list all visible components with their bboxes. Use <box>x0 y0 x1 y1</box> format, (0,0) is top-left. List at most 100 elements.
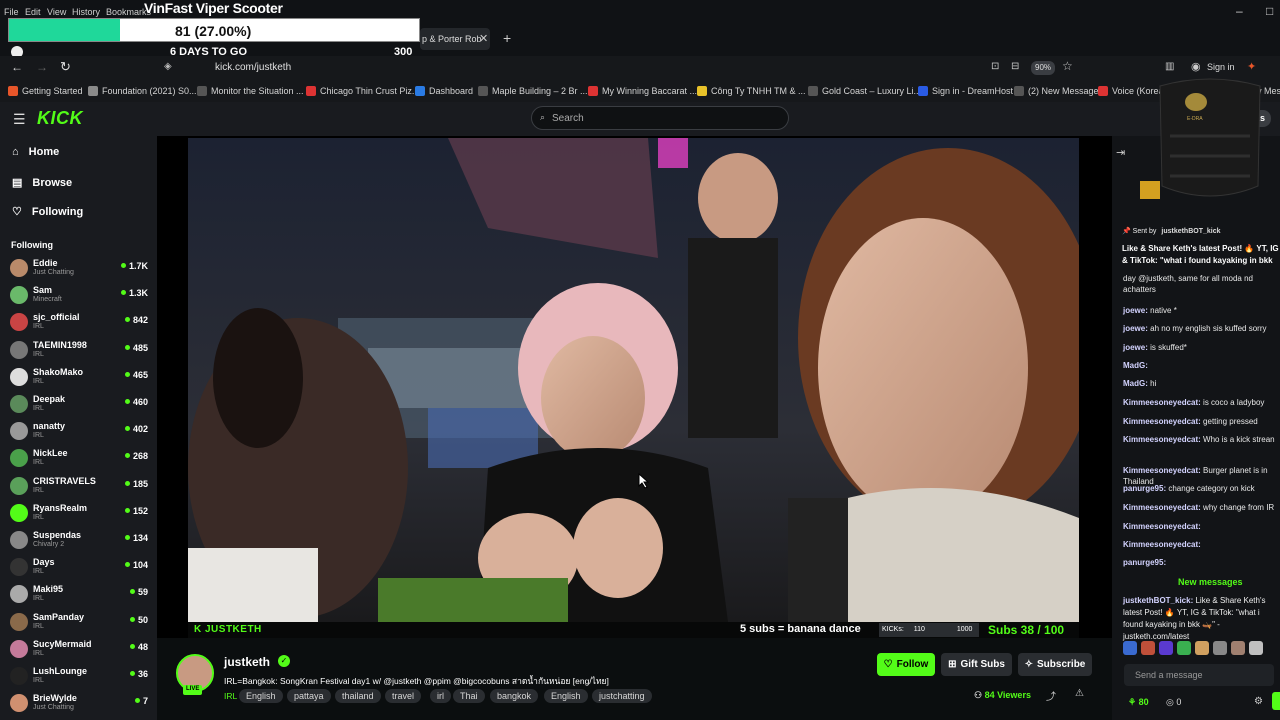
chat-username[interactable]: Kimmeesoneyedcat: <box>1123 503 1201 512</box>
following-item[interactable]: Suspendas Chivalry 2 134 <box>10 528 150 554</box>
following-item[interactable]: Maki95 IRL 59 <box>10 582 150 608</box>
star-icon[interactable]: ☆ <box>1062 59 1073 73</box>
following-item[interactable]: LushLounge IRL 36 <box>10 664 150 690</box>
stream-tag[interactable]: bangkok <box>490 689 539 703</box>
emote-icon[interactable] <box>1123 641 1137 655</box>
stream-tag[interactable]: travel <box>385 689 422 703</box>
chat-username[interactable]: Kimmeesoneyedcat: <box>1123 435 1201 444</box>
channel-points[interactable]: ⚘ 80 <box>1128 697 1149 708</box>
channel-name[interactable]: justketh <box>224 655 270 669</box>
menu-edit[interactable]: Edit <box>25 7 41 17</box>
collapse-chat-icon[interactable]: ⇥ <box>1116 146 1125 159</box>
following-item[interactable]: SucyMermaid IRL 48 <box>10 637 150 663</box>
tab-close-icon[interactable]: ✕ <box>479 32 488 45</box>
stream-tag[interactable]: thailand <box>335 689 381 703</box>
nav-home[interactable]: ⌂ Home <box>12 146 59 158</box>
gift-subs-button[interactable]: ⊞ Gift Subs <box>941 653 1012 676</box>
following-item[interactable]: nanatty IRL 402 <box>10 419 150 445</box>
chat-username[interactable]: Kimmeesoneyedcat: <box>1123 466 1201 475</box>
new-tab-icon[interactable]: + <box>503 30 511 46</box>
stream-tag[interactable]: Thai <box>453 689 485 703</box>
subscribe-button[interactable]: ✧ Subscribe <box>1018 653 1092 676</box>
chat-username[interactable]: Kimmeesoneyedcat: <box>1123 417 1201 426</box>
stream-tag[interactable]: English <box>544 689 588 703</box>
following-item[interactable]: Sam Minecraft 1.3K <box>10 283 150 309</box>
emote-icon[interactable] <box>1231 641 1245 655</box>
chat-input[interactable]: Send a message <box>1124 664 1274 686</box>
bookmark-item[interactable]: Getting Started <box>8 86 83 96</box>
following-item[interactable]: BrieWylde Just Chatting 7 <box>10 691 150 717</box>
emote-icon[interactable] <box>1141 641 1155 655</box>
following-item[interactable]: Deepak IRL 460 <box>10 392 150 418</box>
following-item[interactable]: TAEMIN1998 IRL 485 <box>10 338 150 364</box>
extension-icon[interactable]: ✦ <box>1247 60 1256 73</box>
following-item[interactable]: RyansRealm IRL 152 <box>10 501 150 527</box>
search-input[interactable]: ⌕ Search <box>531 106 789 130</box>
hamburger-menu-icon[interactable]: ☰ <box>13 111 26 128</box>
following-item[interactable]: NickLee IRL 268 <box>10 446 150 472</box>
chat-send-button[interactable] <box>1272 692 1280 710</box>
following-item[interactable]: SamPanday IRL 50 <box>10 610 150 636</box>
bookmark-item[interactable]: (2) New Message! <box>1014 86 1101 96</box>
bookmark-item[interactable]: Monitor the Situation ... <box>197 86 304 96</box>
following-item[interactable]: Days IRL 104 <box>10 555 150 581</box>
report-icon[interactable]: ⚠ <box>1075 688 1084 699</box>
bookmark-item[interactable]: Chicago Thin Crust Piz... <box>306 86 419 96</box>
bookmark-item[interactable]: Maple Building – 2 Br ... <box>478 86 588 96</box>
minimize-icon[interactable]: – <box>1236 4 1243 18</box>
back-icon[interactable]: ← <box>11 60 23 74</box>
chat-username[interactable]: joewe: <box>1123 343 1148 352</box>
forward-icon[interactable]: → <box>36 60 48 74</box>
chat-username[interactable]: Kimmeesoneyedcat: <box>1123 398 1201 407</box>
stream-tag[interactable]: justchatting <box>592 689 652 703</box>
url-bar[interactable]: kick.com/justketh <box>215 62 291 73</box>
reload-icon[interactable]: ↻ <box>60 59 71 75</box>
tab-active[interactable]: p & Porter Rob ✕ <box>420 28 490 50</box>
following-item[interactable]: Eddie Just Chatting 1.7K <box>10 256 150 282</box>
chat-username[interactable]: MadG: <box>1123 361 1148 370</box>
shield-icon[interactable]: ◈ <box>164 61 172 72</box>
save-icon[interactable]: ⊟ <box>1011 61 1019 72</box>
zoom-level[interactable]: 90% <box>1031 61 1056 75</box>
share-icon[interactable]: ⤴ <box>1046 688 1056 703</box>
stream-tag[interactable]: pattaya <box>287 689 331 703</box>
emote-icon[interactable] <box>1195 641 1209 655</box>
menu-history[interactable]: History <box>72 7 100 17</box>
screenshot-icon[interactable]: ⊡ <box>991 61 999 72</box>
chat-settings-icon[interactable]: ⚙ <box>1254 696 1263 707</box>
chat-username[interactable]: MadG: <box>1123 379 1148 388</box>
sign-in-link[interactable]: Sign in <box>1207 62 1235 72</box>
follow-button[interactable]: ♡ Follow <box>877 653 935 676</box>
video-player[interactable] <box>188 138 1079 622</box>
bookmark-item[interactable]: Công Ty TNHH TM & ... <box>697 86 806 96</box>
bookmark-item[interactable]: Gold Coast – Luxury Li... <box>808 86 921 96</box>
bookmark-item[interactable]: Dashboard <box>415 86 473 96</box>
emote-icon[interactable] <box>1249 641 1263 655</box>
nav-following[interactable]: ♡ Following <box>12 205 83 219</box>
following-item[interactable]: ShakoMako IRL 465 <box>10 365 150 391</box>
following-item[interactable]: CRISTRAVELS IRL 185 <box>10 474 150 500</box>
new-messages-button[interactable]: New messages <box>1178 577 1243 587</box>
sidebar-toggle-icon[interactable]: ▥ <box>1165 61 1174 72</box>
following-item[interactable]: sjc_official IRL 842 <box>10 310 150 336</box>
menu-file[interactable]: File <box>4 7 19 17</box>
chat-username[interactable]: panurge95: <box>1123 484 1166 493</box>
chat-username[interactable]: panurge95: <box>1123 558 1166 567</box>
chat-username[interactable]: Kimmeesoneyedcat: <box>1123 540 1201 549</box>
chat-username[interactable]: Kimmeesoneyedcat: <box>1123 522 1201 531</box>
kick-logo[interactable]: KICK <box>37 108 83 129</box>
stream-tag[interactable]: English <box>239 689 283 703</box>
chat-username[interactable]: joewe: <box>1123 324 1148 333</box>
emote-icon[interactable] <box>1213 641 1227 655</box>
chat-username[interactable]: joewe: <box>1123 306 1148 315</box>
nav-browse[interactable]: ▤ Browse <box>12 176 72 190</box>
stream-tag[interactable]: irl <box>430 689 451 703</box>
bookmark-item[interactable]: Foundation (2021) S0... <box>88 86 197 96</box>
kicks-count[interactable]: ◎ 0 <box>1166 697 1181 708</box>
menu-view[interactable]: View <box>47 7 66 17</box>
maximize-icon[interactable]: □ <box>1266 4 1273 18</box>
bookmark-item[interactable]: Sign in - DreamHost <box>918 86 1013 96</box>
bookmark-item[interactable]: My Winning Baccarat ... <box>588 86 697 96</box>
emote-icon[interactable] <box>1159 641 1173 655</box>
account-icon[interactable]: ◉ <box>1191 60 1201 73</box>
